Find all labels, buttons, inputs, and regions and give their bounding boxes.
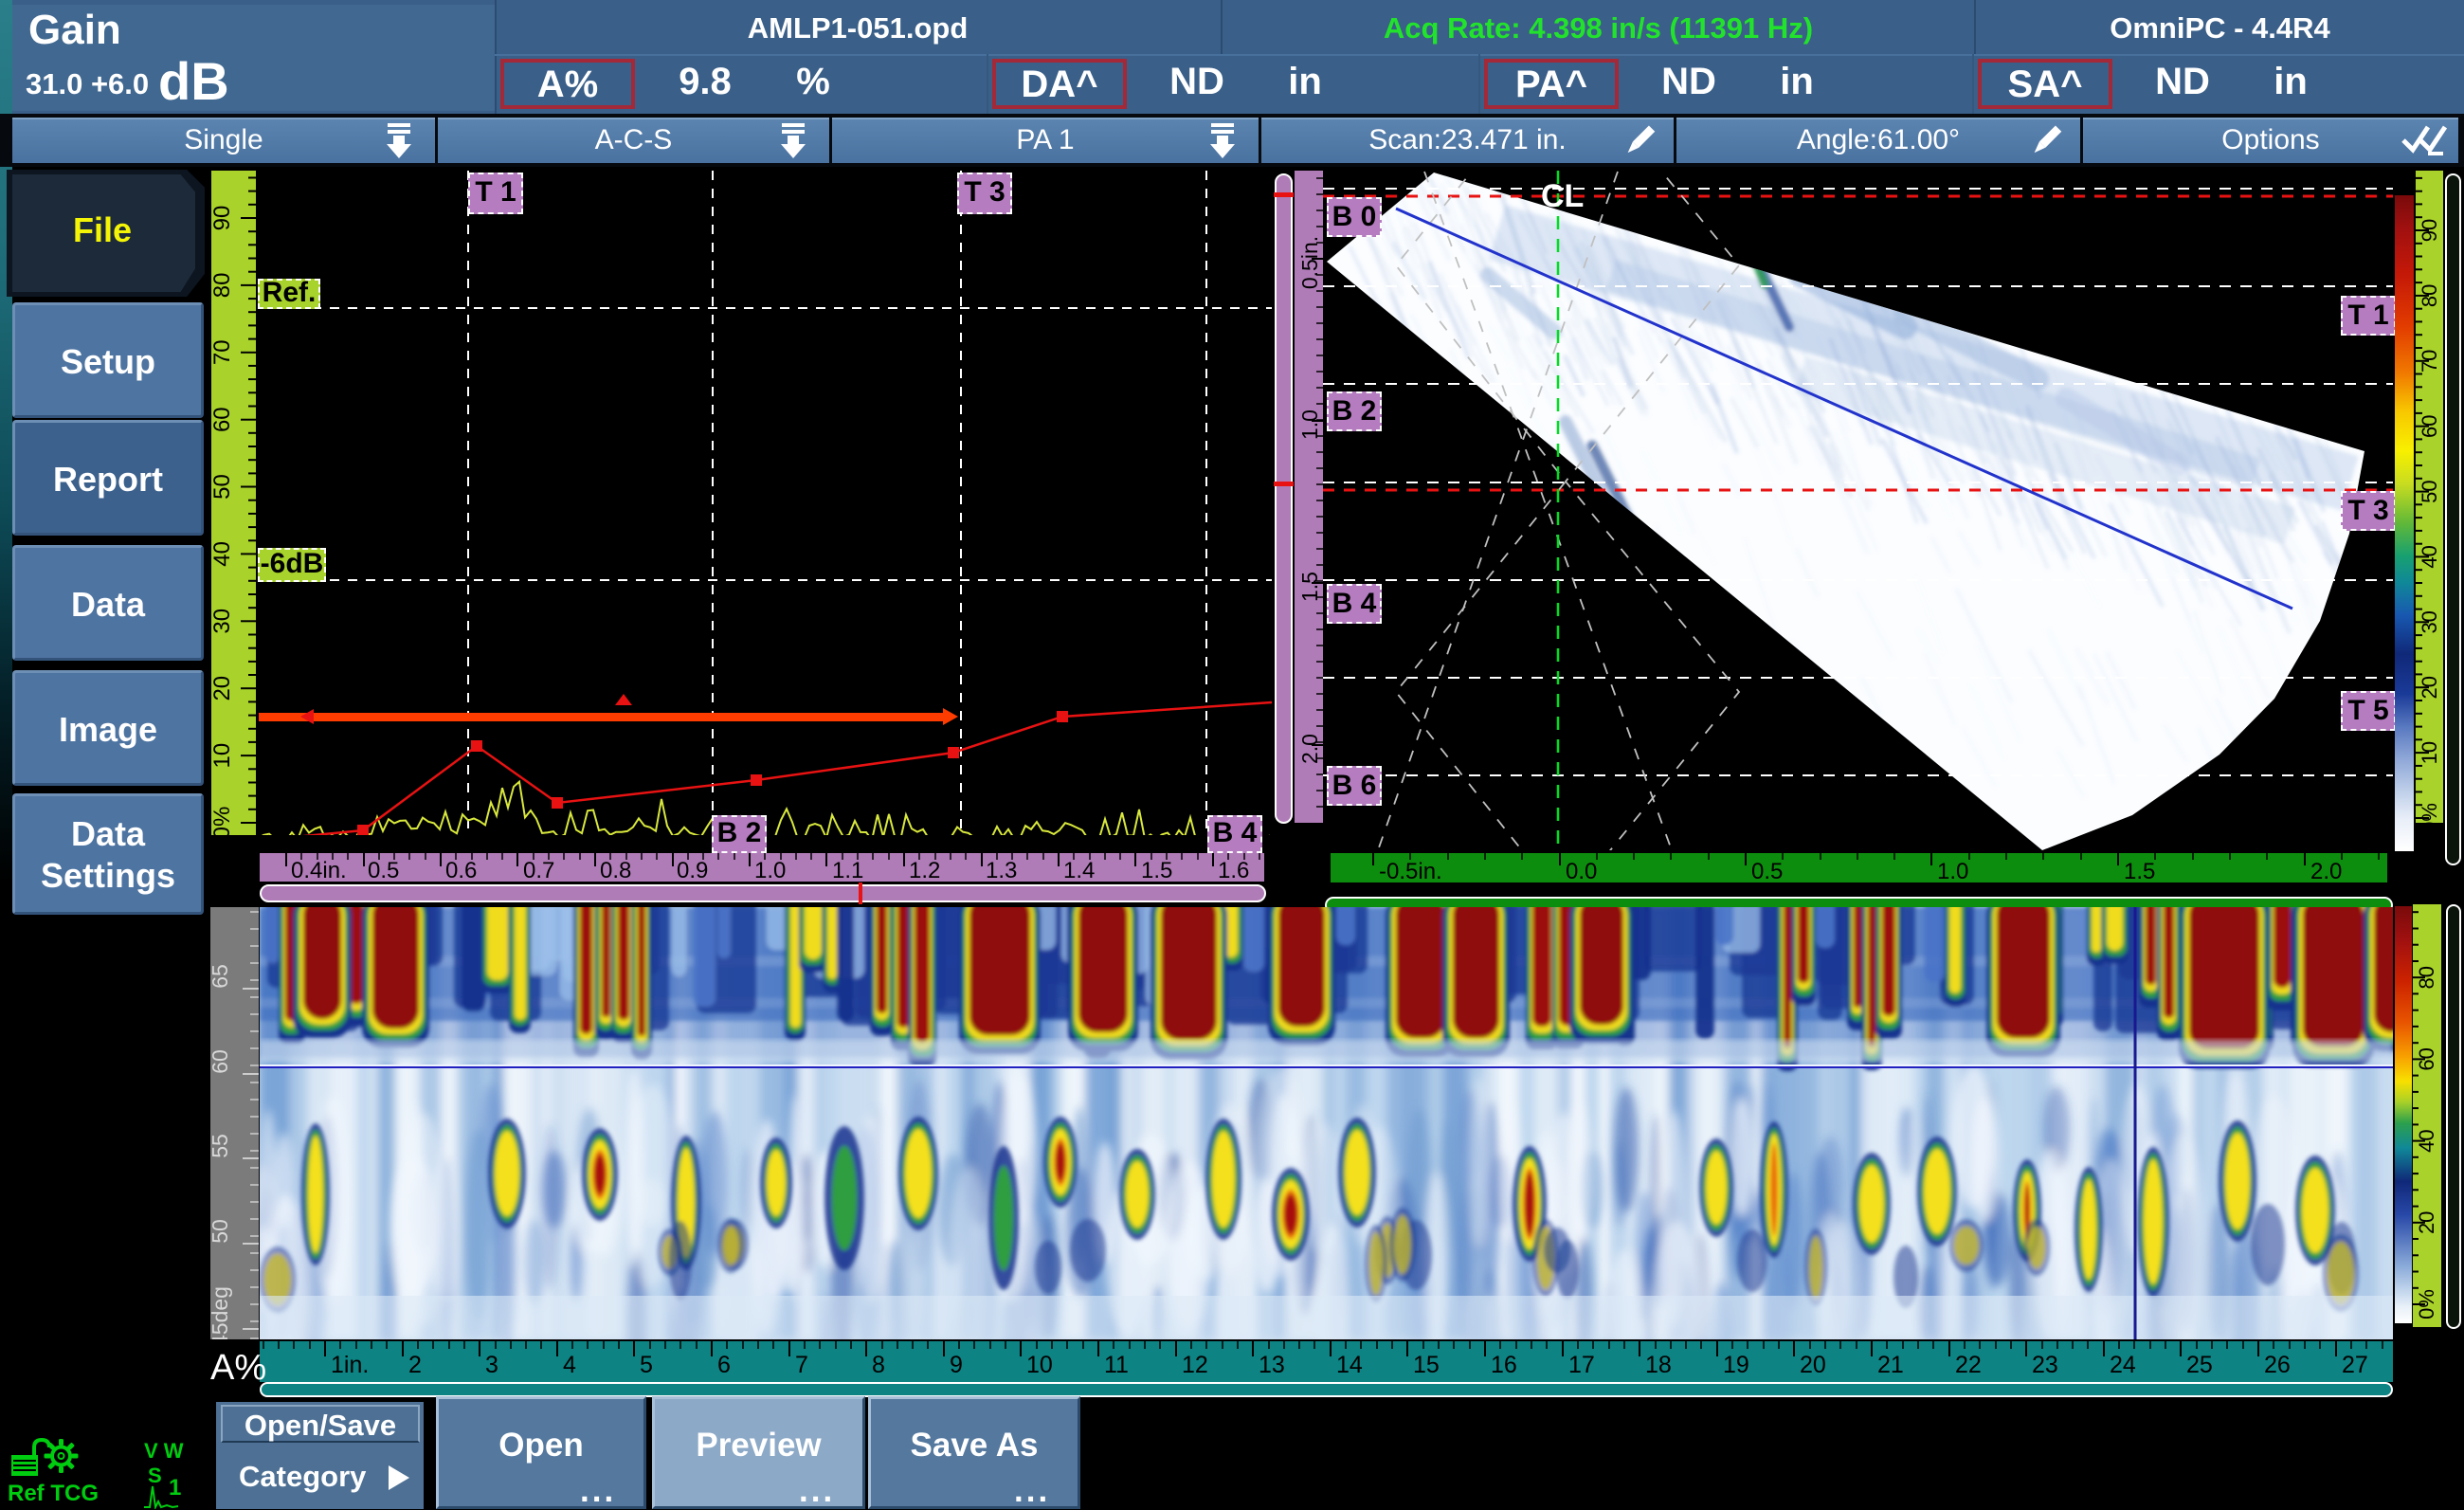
svg-text:40: 40 [2415, 1129, 2438, 1152]
svg-text:19: 19 [1723, 1352, 1749, 1378]
svg-text:80: 80 [2415, 966, 2438, 989]
svg-text:60: 60 [2415, 1047, 2438, 1070]
svg-text:80: 80 [211, 273, 235, 299]
svg-text:25: 25 [2186, 1352, 2213, 1378]
svg-text:50: 50 [211, 474, 235, 500]
svg-text:3: 3 [485, 1352, 498, 1378]
svg-text:20: 20 [2418, 676, 2441, 699]
svg-text:0.6: 0.6 [445, 858, 477, 882]
svg-text:22: 22 [1955, 1352, 1982, 1378]
svg-text:20: 20 [211, 676, 235, 701]
svg-text:0%: 0% [2415, 1289, 2438, 1319]
svg-text:26: 26 [2264, 1352, 2291, 1378]
svg-text:2.0: 2.0 [2310, 859, 2342, 882]
svg-text:0.0: 0.0 [1566, 859, 1597, 882]
svg-text:1.5: 1.5 [2124, 859, 2155, 882]
svg-text:-0.5in.: -0.5in. [1379, 859, 1442, 882]
svg-text:24: 24 [2110, 1352, 2136, 1378]
svg-text:7: 7 [795, 1352, 808, 1378]
svg-text:10: 10 [1026, 1352, 1053, 1378]
svg-text:1.3: 1.3 [986, 858, 1017, 882]
svg-text:60: 60 [211, 407, 235, 432]
svg-text:1.1: 1.1 [832, 858, 863, 882]
svg-text:1.0: 1.0 [1937, 859, 1968, 882]
svg-text:1.2: 1.2 [909, 858, 940, 882]
svg-text:14: 14 [1336, 1352, 1363, 1378]
svg-text:90: 90 [211, 206, 235, 231]
svg-text:10: 10 [211, 743, 235, 769]
svg-text:23: 23 [2032, 1352, 2058, 1378]
svg-text:18: 18 [1645, 1352, 1672, 1378]
svg-text:1in.: 1in. [331, 1352, 369, 1378]
svg-text:16: 16 [1491, 1352, 1517, 1378]
svg-text:60: 60 [210, 1049, 232, 1074]
svg-text:60: 60 [2418, 414, 2441, 437]
svg-text:1.6: 1.6 [1218, 858, 1249, 882]
svg-text:27: 27 [2342, 1352, 2368, 1378]
svg-text:30: 30 [2418, 610, 2441, 633]
svg-text:65: 65 [210, 964, 232, 989]
svg-text:70: 70 [211, 339, 235, 365]
svg-text:17: 17 [1568, 1352, 1595, 1378]
svg-text:21: 21 [1877, 1352, 1904, 1378]
svg-text:CL: CL [1541, 178, 1584, 214]
svg-text:1.0: 1.0 [1297, 409, 1322, 440]
svg-text:0%: 0% [211, 807, 235, 835]
svg-text:50: 50 [210, 1219, 232, 1244]
svg-text:20: 20 [2415, 1211, 2438, 1234]
svg-text:15: 15 [1413, 1352, 1440, 1378]
svg-text:70: 70 [2418, 350, 2441, 373]
svg-text:0.7: 0.7 [523, 858, 554, 882]
svg-text:10: 10 [2418, 741, 2441, 764]
svg-text:0.8: 0.8 [600, 858, 631, 882]
svg-text:0.5: 0.5 [1751, 859, 1783, 882]
svg-text:13: 13 [1259, 1352, 1285, 1378]
svg-text:5: 5 [640, 1352, 653, 1378]
svg-text:4: 4 [563, 1352, 576, 1378]
svg-text:12: 12 [1182, 1352, 1208, 1378]
svg-text:80: 80 [2418, 284, 2441, 307]
svg-text:0.4in.: 0.4in. [291, 858, 347, 882]
svg-text:20: 20 [1800, 1352, 1826, 1378]
svg-text:0.5: 0.5 [368, 858, 399, 882]
svg-text:0.9: 0.9 [677, 858, 708, 882]
svg-text:50: 50 [2418, 480, 2441, 502]
svg-text:2: 2 [408, 1352, 422, 1378]
svg-text:9: 9 [950, 1352, 963, 1378]
svg-text:11: 11 [1104, 1352, 1129, 1378]
svg-text:30: 30 [211, 609, 235, 634]
svg-text:1.5: 1.5 [1141, 858, 1172, 882]
svg-text:40: 40 [2418, 545, 2441, 568]
svg-text:8: 8 [872, 1352, 885, 1378]
svg-text:1.4: 1.4 [1063, 858, 1095, 882]
svg-text:0%: 0% [2418, 803, 2441, 823]
svg-text:6: 6 [717, 1352, 731, 1378]
svg-text:45deg: 45deg [210, 1286, 232, 1339]
svg-text:40: 40 [211, 541, 235, 567]
svg-text:55: 55 [210, 1134, 232, 1158]
svg-text:2.0: 2.0 [1297, 734, 1322, 764]
svg-text:90: 90 [2418, 219, 2441, 242]
svg-text:0.5in.: 0.5in. [1297, 236, 1322, 289]
svg-text:1.0: 1.0 [754, 858, 786, 882]
